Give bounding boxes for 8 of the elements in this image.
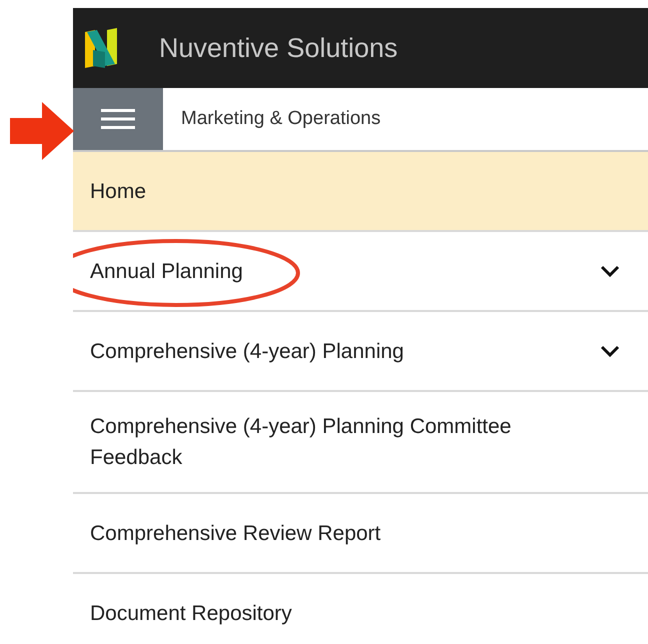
section-title: Marketing & Operations xyxy=(181,106,381,131)
logo-icon xyxy=(83,26,119,70)
menu-button[interactable] xyxy=(73,88,163,150)
menu-icon xyxy=(101,108,135,130)
chevron-down-icon xyxy=(600,344,620,358)
nav-item[interactable]: Home xyxy=(73,152,648,232)
app-title: Nuventive Solutions xyxy=(159,32,398,65)
chevron-down-icon xyxy=(600,264,620,278)
